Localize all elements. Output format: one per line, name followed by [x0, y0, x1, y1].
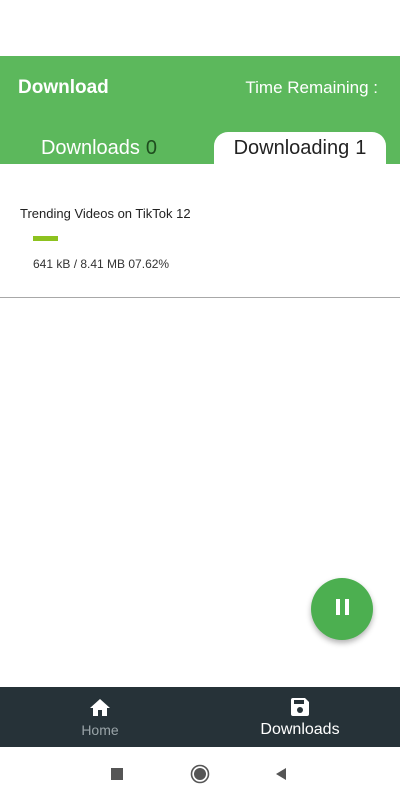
tab-downloading-count: 1	[355, 136, 367, 159]
home-icon	[90, 699, 110, 716]
back-triangle-icon[interactable]	[264, 747, 298, 800]
home-circle-icon[interactable]	[183, 747, 217, 800]
tab-downloads-count: 0	[145, 136, 158, 159]
tab-downloads-label: Downloads	[40, 136, 140, 159]
page-title: Download	[18, 77, 109, 98]
pause-button[interactable]	[311, 578, 373, 640]
time-remaining-label: Time Remaining :	[245, 78, 378, 97]
nav-item-downloads[interactable]: Downloads	[200, 687, 400, 747]
tab-downloads[interactable]: Downloads 0	[14, 132, 184, 164]
nav-downloads-label: Downloads	[260, 721, 340, 738]
download-progress-fill	[33, 236, 59, 241]
download-title: Trending Videos on TikTok 12	[20, 206, 191, 221]
recents-square-icon[interactable]	[100, 747, 134, 800]
nav-home-label: Home	[81, 722, 119, 738]
status-bar	[0, 0, 400, 56]
nav-item-home[interactable]: Home	[0, 687, 200, 747]
save-icon	[291, 698, 309, 716]
download-progress-bar	[33, 236, 367, 241]
download-size-text: 641 kB / 8.41 MB 07.62%	[33, 257, 170, 271]
app-screen: Download Time Remaining : Downloads 0 Do…	[0, 0, 400, 800]
download-list-item[interactable]: Trending Videos on TikTok 12 641 kB / 8.…	[0, 164, 400, 298]
app-header: Download Time Remaining : Downloads 0 Do…	[0, 56, 400, 164]
tab-downloading-label: Downloading	[233, 136, 350, 159]
bottom-nav: Home Downloads	[0, 687, 400, 747]
system-nav-bar	[0, 747, 400, 800]
tab-downloading[interactable]: Downloading 1	[214, 132, 386, 164]
pause-icon	[333, 598, 351, 620]
